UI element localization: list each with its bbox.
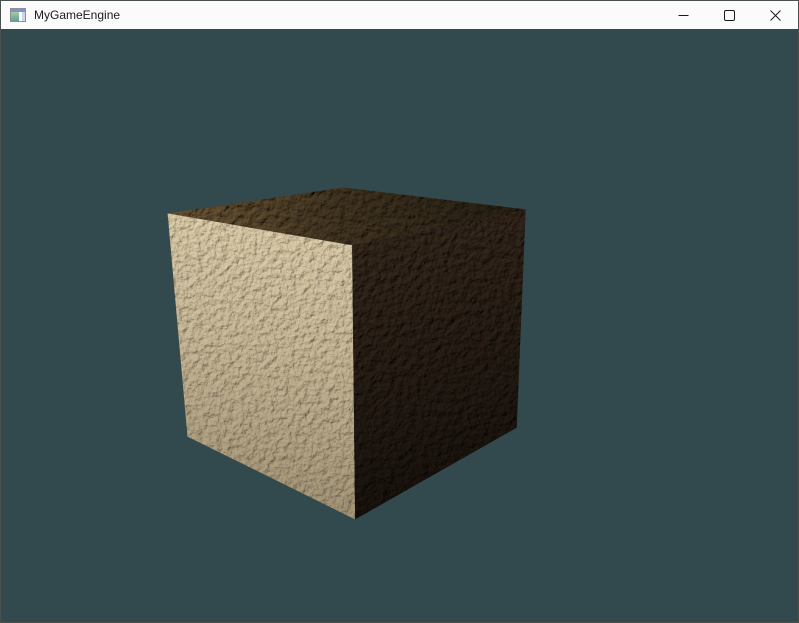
app-icon-pane-blue — [22, 12, 25, 21]
window-controls — [660, 1, 798, 29]
app-icon[interactable] — [10, 8, 26, 22]
title-bar[interactable]: MyGameEngine — [1, 1, 798, 29]
close-icon — [770, 10, 781, 21]
minimize-button[interactable] — [660, 1, 706, 29]
window-title: MyGameEngine — [34, 1, 120, 29]
app-icon-body — [11, 12, 25, 21]
maximize-restore-icon — [724, 10, 735, 21]
cube-face-left-shade — [168, 213, 356, 519]
scene-canvas[interactable] — [1, 29, 798, 622]
maximize-button[interactable] — [706, 1, 752, 29]
cube-face-right-shade — [352, 209, 526, 519]
render-viewport[interactable] — [1, 29, 798, 622]
app-window: MyGameEngine — [0, 0, 799, 623]
app-icon-pane-green — [11, 12, 19, 21]
minimize-icon — [678, 10, 689, 21]
close-button[interactable] — [752, 1, 798, 29]
